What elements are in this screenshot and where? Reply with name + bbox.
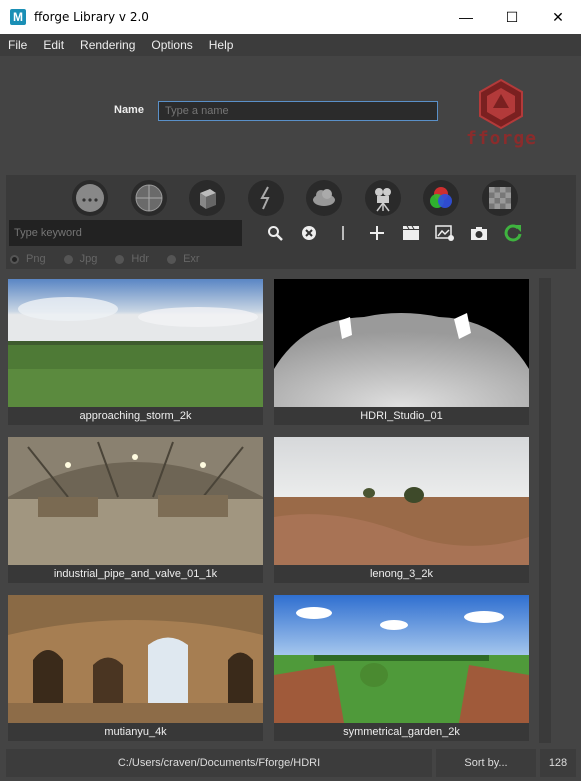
menu-options[interactable]: Options [151, 38, 192, 52]
render-button[interactable] [400, 222, 422, 244]
category-model-button[interactable] [189, 180, 225, 216]
category-texture-button[interactable] [481, 180, 518, 216]
format-label: Png [26, 253, 46, 265]
asset-card[interactable]: industrial_pipe_and_valve_01_1k [8, 437, 263, 583]
asset-card[interactable]: symmetrical_garden_2k [274, 595, 529, 741]
format-hdr-radio[interactable]: Hdr [115, 253, 149, 265]
name-input[interactable] [158, 101, 438, 121]
radio-dot [10, 254, 19, 264]
asset-label: symmetrical_garden_2k [274, 723, 529, 741]
rgb-color-icon [430, 187, 452, 208]
category-more-button[interactable] [72, 180, 108, 216]
header-panel: Name fforge [6, 56, 576, 170]
maximize-button[interactable]: ☐ [489, 0, 535, 34]
tool-buttons [264, 220, 536, 246]
window-title: fforge Library v 2.0 [34, 10, 149, 24]
cube-icon [200, 189, 216, 209]
separator [332, 222, 354, 244]
asset-label: industrial_pipe_and_valve_01_1k [8, 565, 263, 583]
image-import-icon [435, 225, 454, 241]
menu-rendering[interactable]: Rendering [80, 38, 135, 52]
clapperboard-icon [403, 225, 419, 240]
format-exr-radio[interactable]: Exr [167, 253, 200, 265]
clear-icon [302, 226, 316, 240]
format-label: Hdr [131, 253, 150, 265]
category-hdri-button[interactable] [423, 180, 459, 216]
search-button[interactable] [264, 222, 286, 244]
hdri-thumbnail[interactable] [274, 279, 529, 407]
fforge-logo: fforge [466, 78, 536, 152]
search-icon [268, 226, 283, 241]
format-png-radio[interactable]: Png [10, 253, 46, 265]
close-button[interactable]: ✕ [535, 0, 581, 34]
cloud-icon [313, 189, 335, 206]
refresh-button[interactable] [502, 222, 524, 244]
menu-bar: File Edit Rendering Options Help [0, 34, 581, 56]
asset-grid: approaching_storm_2k HDRI_Studio_01 indu… [6, 274, 556, 744]
logo-text: fforge [466, 128, 538, 149]
asset-card[interactable]: approaching_storm_2k [8, 279, 263, 425]
category-material-button[interactable] [130, 180, 167, 216]
format-radio-group: Png Jpg Hdr Exr [10, 253, 218, 265]
screenshot-camera-icon [471, 227, 487, 240]
lightning-icon [259, 186, 270, 210]
category-camera-button[interactable] [364, 180, 401, 216]
menu-file[interactable]: File [8, 38, 27, 52]
radio-dot [63, 254, 73, 264]
checker-texture-icon [488, 187, 511, 209]
asset-card[interactable]: mutianyu_4k [8, 595, 263, 741]
import-image-button[interactable] [434, 222, 456, 244]
menu-help[interactable]: Help [209, 38, 234, 52]
asset-label: approaching_storm_2k [8, 407, 263, 425]
thumbnail-size-field[interactable]: 128 [540, 749, 576, 777]
screenshot-button[interactable] [468, 222, 490, 244]
add-button[interactable] [366, 222, 388, 244]
keyword-search-input[interactable] [9, 220, 242, 246]
sort-by-button[interactable]: Sort by... [436, 749, 536, 777]
clear-button[interactable] [298, 222, 320, 244]
format-jpg-radio[interactable]: Jpg [63, 253, 98, 265]
title-bar: M fforge Library v 2.0 — ☐ ✕ [0, 0, 581, 34]
hdri-thumbnail[interactable] [8, 279, 263, 407]
more-dots-icon [76, 184, 104, 212]
hdri-thumbnail[interactable] [8, 595, 263, 723]
menu-edit[interactable]: Edit [43, 38, 64, 52]
app-icon: M [10, 9, 26, 25]
minimize-button[interactable]: — [443, 0, 489, 34]
radio-dot [167, 254, 177, 264]
asset-label: HDRI_Studio_01 [274, 407, 529, 425]
grid-scrollbar[interactable] [539, 278, 551, 743]
hdri-thumbnail[interactable] [274, 595, 529, 723]
category-fx-button[interactable] [306, 180, 342, 216]
toolbar-panel: Png Jpg Hdr Exr [6, 175, 576, 269]
separator-icon [342, 226, 344, 240]
sphere-material-icon [135, 184, 162, 212]
hdri-thumbnail[interactable] [8, 437, 263, 565]
category-light-button[interactable] [247, 180, 284, 216]
library-path: C:/Users/craven/Documents/Fforge/HDRI [6, 749, 432, 777]
status-bar: C:/Users/craven/Documents/Fforge/HDRI So… [6, 749, 576, 777]
category-buttons [72, 180, 540, 216]
format-label: Jpg [79, 253, 98, 265]
add-icon [370, 226, 384, 240]
radio-dot [115, 254, 125, 264]
name-label: Name [114, 104, 144, 116]
refresh-icon [504, 224, 522, 242]
format-label: Exr [183, 253, 200, 265]
camera-icon [374, 188, 391, 212]
asset-card[interactable]: lenong_3_2k [274, 437, 529, 583]
asset-label: mutianyu_4k [8, 723, 263, 741]
asset-card[interactable]: HDRI_Studio_01 [274, 279, 529, 425]
asset-label: lenong_3_2k [274, 565, 529, 583]
hdri-thumbnail[interactable] [274, 437, 529, 565]
